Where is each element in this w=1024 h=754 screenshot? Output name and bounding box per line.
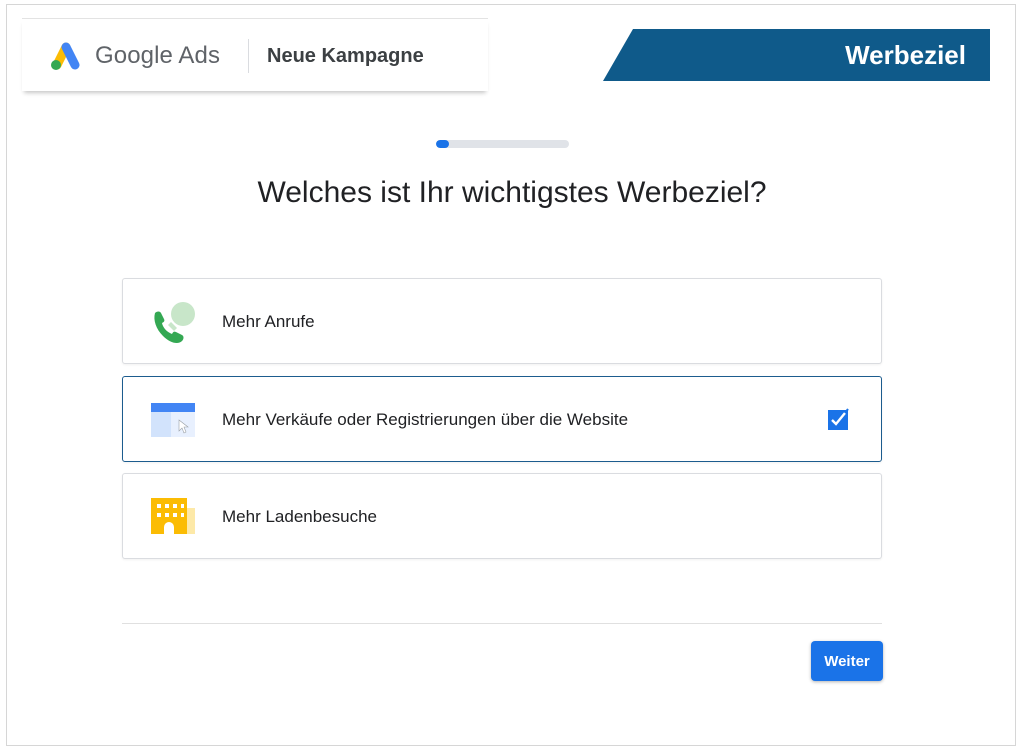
option-store-visits[interactable]: Mehr Ladenbesuche [122,473,882,559]
brand-name: Google Ads [95,42,221,69]
next-button[interactable]: Weiter [811,641,883,681]
checkbox-checked-icon[interactable] [828,407,850,431]
option-website-sales[interactable]: Mehr Verkäufe oder Registrierungen über … [122,376,882,462]
header-card: Google Ads Neue Kampagne [22,18,488,91]
phone-call-icon [154,302,195,344]
footer-divider [122,623,882,624]
option-more-calls[interactable]: Mehr Anrufe [122,278,882,364]
ribbon-label: Werbeziel [845,40,966,70]
page-frame [6,4,1016,746]
google-ads-logo-icon [51,42,80,70]
progress-bar [436,140,569,148]
website-click-icon [151,403,195,437]
step-ribbon: Werbeziel [603,29,990,81]
option-label: Mehr Ladenbesuche [222,507,378,526]
progress-fill [436,140,450,148]
campaign-title: Neue Kampagne [267,45,424,67]
page-title: Welches ist Ihr wichtigstes Werbeziel? [257,176,767,209]
option-label: Mehr Verkäufe oder Registrierungen über … [222,410,629,429]
store-building-icon [151,498,195,534]
header-divider [248,39,249,73]
option-label: Mehr Anrufe [222,312,315,331]
